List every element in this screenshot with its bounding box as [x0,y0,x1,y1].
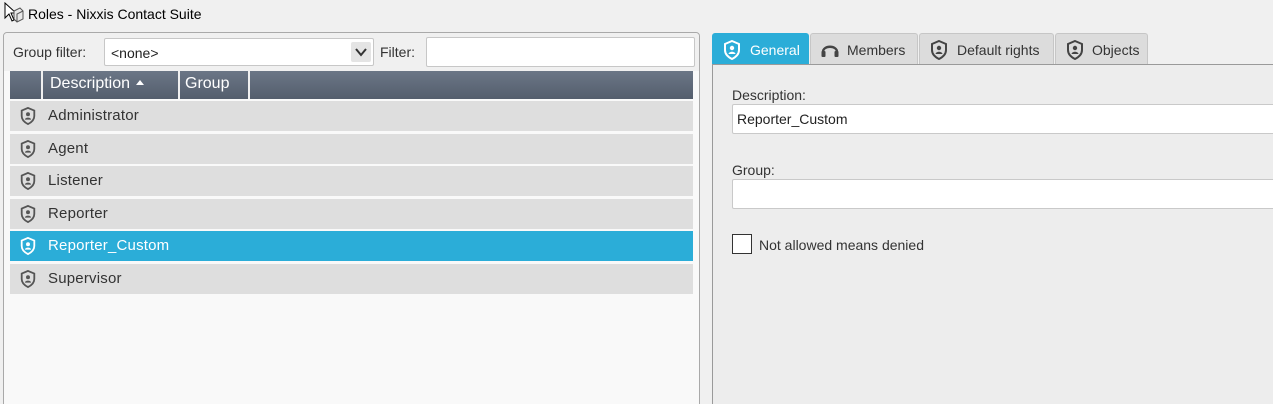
row-label: Reporter [48,204,108,222]
not-allowed-means-denied-label[interactable]: Not allowed means denied [759,237,924,253]
role-shield-icon [20,139,36,158]
tab-members[interactable]: Members [810,33,918,65]
table-row[interactable]: Listener [10,166,693,197]
role-details-panel: Description: Reporter_Custom Group: Not … [712,64,1273,404]
group-filter-select[interactable]: <none> [104,38,374,66]
shield-icon [931,40,947,60]
role-shield-icon [20,172,36,191]
role-shield-icon [20,269,36,288]
group-label: Group: [732,162,775,178]
filter-input[interactable] [426,37,695,67]
table-row[interactable]: Administrator [10,101,693,131]
select-all-column[interactable] [10,71,43,99]
sort-ascending-icon [136,80,145,85]
table-row[interactable]: Agent [10,133,693,164]
description-label: Description: [732,87,806,103]
row-label: Listener [48,172,103,190]
row-label: Reporter_Custom [48,237,170,255]
tab-objects[interactable]: Objects [1055,33,1148,65]
group-field[interactable] [732,179,1273,209]
role-shield-icon [20,107,36,125]
tab-general[interactable]: General [712,33,809,65]
not-allowed-means-denied-checkbox[interactable] [732,234,752,254]
roles-list: Administrator Agent Listener Reporter Report… [10,101,693,297]
role-shield-icon [20,237,36,256]
filter-bar: Group filter: <none> Filter: [4,33,699,71]
window-title: Roles - Nixxis Contact Suite [28,6,202,22]
description-value: Reporter_Custom [737,111,848,127]
table-row[interactable]: Supervisor [10,263,693,294]
shield-icon [1067,40,1083,60]
chevron-down-icon[interactable] [351,42,371,62]
grid-header: Description Group [10,71,693,99]
description-field[interactable]: Reporter_Custom [732,104,1273,134]
column-header-group[interactable]: Group [180,71,250,99]
window-icon [4,2,24,23]
group-filter-label: Group filter: [13,44,87,60]
shield-icon [724,40,740,60]
roles-list-panel: Group filter: <none> Filter: Description… [3,32,700,404]
table-row[interactable]: Reporter_Custom [10,231,693,262]
row-label: Agent [48,139,89,157]
filter-label: Filter: [380,44,415,60]
headset-icon [821,45,839,57]
title-bar: Roles - Nixxis Contact Suite [0,0,1273,30]
row-label: Administrator [48,107,139,124]
tab-default-rights[interactable]: Default rights [919,33,1054,65]
role-shield-icon [20,204,36,223]
table-row[interactable]: Reporter [10,198,693,229]
column-header-description[interactable]: Description [45,71,180,99]
group-filter-value: <none> [111,45,159,61]
row-label: Supervisor [48,269,122,287]
